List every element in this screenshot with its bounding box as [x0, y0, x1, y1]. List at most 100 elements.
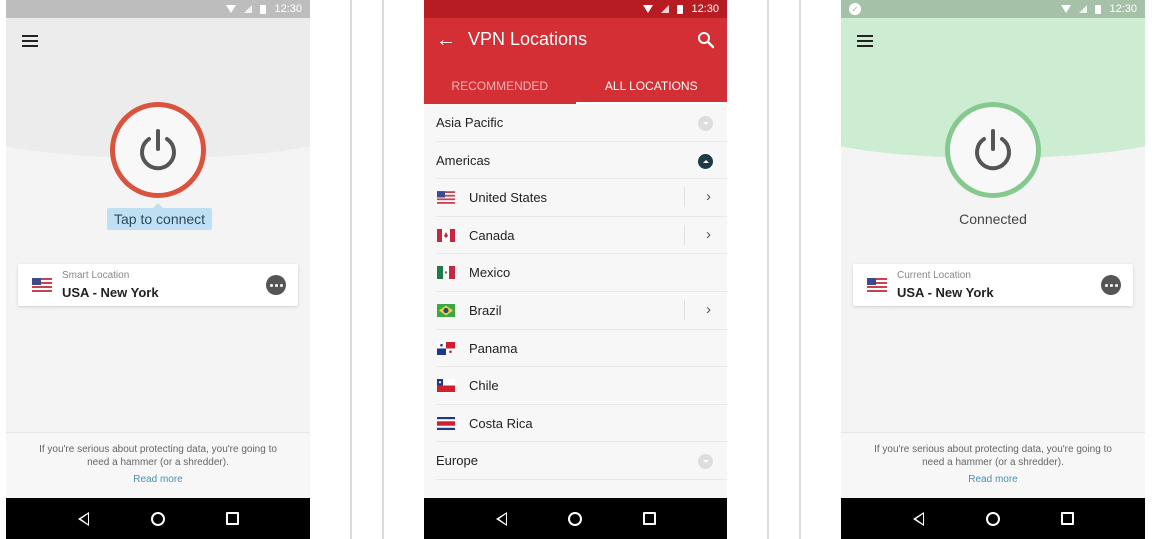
region-label: Americas [436, 152, 491, 168]
divider [767, 0, 769, 539]
tab-all-locations[interactable]: ALL LOCATIONS [575, 68, 728, 104]
signal-icon [1079, 5, 1088, 13]
chevron-right-icon[interactable]: › [706, 301, 711, 318]
footer-promo: If you're serious about protecting data,… [841, 432, 1145, 498]
country-label: Mexico [469, 265, 511, 281]
disconnected-screen: 12:30 Tap to connect Smart Location USA … [6, 0, 310, 539]
region-asia-pacific[interactable]: Asia Pacific [424, 104, 727, 142]
home-button[interactable] [983, 509, 1003, 529]
wifi-icon [1061, 5, 1072, 13]
status-time: 12:30 [691, 3, 719, 15]
recents-button[interactable] [223, 509, 243, 529]
country-brazil[interactable]: Brazil › [424, 292, 727, 330]
back-triangle-icon [77, 511, 89, 526]
read-more-link[interactable]: Read more [133, 474, 182, 485]
page-title: VPN Locations [468, 29, 588, 49]
separator [684, 187, 685, 208]
home-button[interactable] [565, 509, 585, 529]
locations-list: Asia Pacific Americas United States › Ca… [424, 104, 727, 480]
chevron-right-icon[interactable]: › [706, 188, 711, 205]
connection-status: Connected [959, 211, 1027, 227]
android-nav-bar [841, 498, 1145, 539]
region-label: Europe [436, 453, 478, 469]
back-button[interactable] [908, 509, 928, 529]
disconnect-power-button[interactable] [945, 102, 1041, 198]
us-flag-icon [32, 278, 52, 292]
search-icon[interactable] [697, 31, 715, 49]
status-time: 12:30 [274, 3, 302, 15]
home-circle-icon [985, 511, 1000, 526]
more-options-icon[interactable] [266, 275, 286, 295]
power-icon [140, 129, 176, 171]
recents-button[interactable] [640, 509, 660, 529]
more-options-icon[interactable] [1101, 275, 1121, 295]
divider [350, 0, 352, 539]
current-location-card[interactable]: Current Location USA - New York [853, 264, 1133, 306]
footer-promo: If you're serious about protecting data,… [6, 432, 310, 498]
separator [684, 224, 685, 245]
expand-icon [698, 116, 713, 131]
cr-flag-icon [437, 416, 455, 430]
country-label: United States [469, 190, 548, 206]
signal-icon [244, 5, 253, 13]
location-sublabel: Smart Location [62, 270, 130, 281]
status-bar: 12:30 [424, 0, 727, 18]
separator [684, 299, 685, 320]
chevron-right-icon[interactable]: › [706, 226, 711, 243]
pa-flag-icon [437, 341, 455, 355]
battery-icon [1095, 4, 1102, 14]
tab-bar: RECOMMENDED ALL LOCATIONS [424, 68, 727, 104]
collapse-icon [698, 153, 713, 169]
location-sublabel: Current Location [897, 270, 971, 281]
location-name: USA - New York [897, 285, 994, 300]
expand-icon [698, 454, 713, 470]
mx-flag-icon [437, 266, 455, 280]
back-button[interactable] [491, 509, 511, 529]
country-panama[interactable]: Panama [424, 330, 727, 368]
hamburger-menu-icon[interactable] [857, 35, 873, 47]
power-icon [975, 129, 1011, 171]
connect-power-button[interactable] [110, 102, 206, 198]
android-nav-bar [6, 498, 310, 539]
br-flag-icon [437, 303, 455, 317]
region-americas[interactable]: Americas [424, 142, 727, 180]
country-chile[interactable]: Chile [424, 367, 727, 405]
status-bar: 12:30 [6, 0, 310, 18]
country-united-states[interactable]: United States › [424, 179, 727, 217]
wifi-icon [643, 5, 654, 13]
back-triangle-icon [912, 511, 924, 526]
country-label: Panama [469, 340, 518, 356]
cl-flag-icon [437, 379, 455, 393]
divider [382, 0, 384, 539]
tab-recommended[interactable]: RECOMMENDED [424, 68, 576, 104]
country-canada[interactable]: Canada › [424, 217, 727, 255]
tap-to-connect-tooltip: Tap to connect [107, 203, 213, 230]
connected-screen: ✓ 12:30 Connected Current Location USA -… [841, 0, 1145, 539]
back-button[interactable] [73, 509, 93, 529]
wifi-icon [226, 5, 237, 13]
app-bar: ← VPN Locations RECOMMENDED ALL LOCATION… [424, 18, 727, 104]
country-label: Costa Rica [469, 415, 533, 431]
home-button[interactable] [148, 509, 168, 529]
home-circle-icon [150, 511, 165, 526]
country-label: Chile [469, 378, 499, 394]
region-label: Asia Pacific [436, 115, 504, 130]
recents-square-icon [643, 512, 657, 525]
country-label: Brazil [469, 302, 502, 318]
vpn-locations-screen: 12:30 ← VPN Locations RECOMMENDED ALL LO… [424, 0, 727, 539]
region-europe[interactable]: Europe [424, 442, 727, 480]
recents-square-icon [1061, 512, 1075, 525]
hamburger-menu-icon[interactable] [22, 35, 38, 47]
recents-button[interactable] [1058, 509, 1078, 529]
android-nav-bar [424, 498, 727, 539]
read-more-link[interactable]: Read more [968, 474, 1017, 485]
country-mexico[interactable]: Mexico [424, 254, 727, 292]
promo-text: If you're serious about protecting data,… [39, 444, 277, 468]
country-costa-rica[interactable]: Costa Rica [424, 405, 727, 443]
back-arrow-icon[interactable]: ← [436, 30, 456, 50]
battery-icon [677, 4, 684, 14]
divider [799, 0, 801, 539]
smart-location-card[interactable]: Smart Location USA - New York [18, 264, 298, 306]
us-flag-icon [437, 191, 455, 204]
status-bar: ✓ 12:30 [841, 0, 1145, 18]
